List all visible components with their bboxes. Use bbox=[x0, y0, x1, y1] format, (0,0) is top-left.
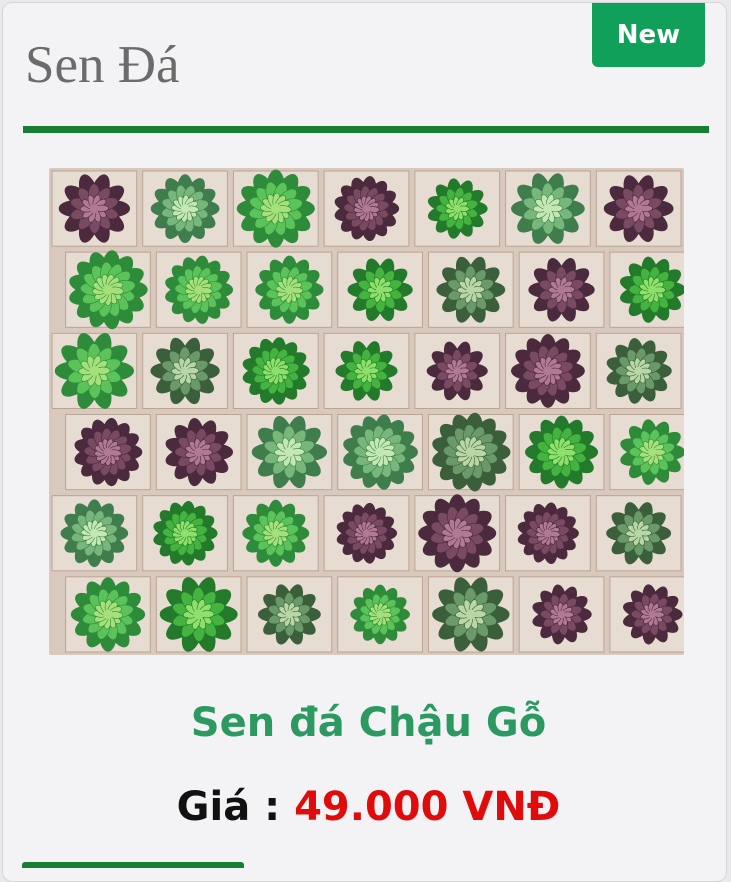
bottom-bar bbox=[22, 862, 244, 868]
price-value: 49.000 VNĐ bbox=[294, 784, 561, 830]
title-divider bbox=[23, 126, 709, 133]
price-label: Giá : bbox=[176, 784, 281, 830]
price-row: Giá : 49.000 VNĐ bbox=[3, 784, 731, 830]
product-image[interactable] bbox=[49, 168, 684, 655]
product-name-link[interactable]: Sen đá Chậu Gỗ bbox=[3, 700, 731, 746]
new-badge: New bbox=[592, 3, 705, 67]
product-card: New Sen Đá Sen đá Chậu Gỗ Giá : 49.000 V… bbox=[2, 2, 727, 882]
category-title: Sen Đá bbox=[25, 36, 180, 94]
